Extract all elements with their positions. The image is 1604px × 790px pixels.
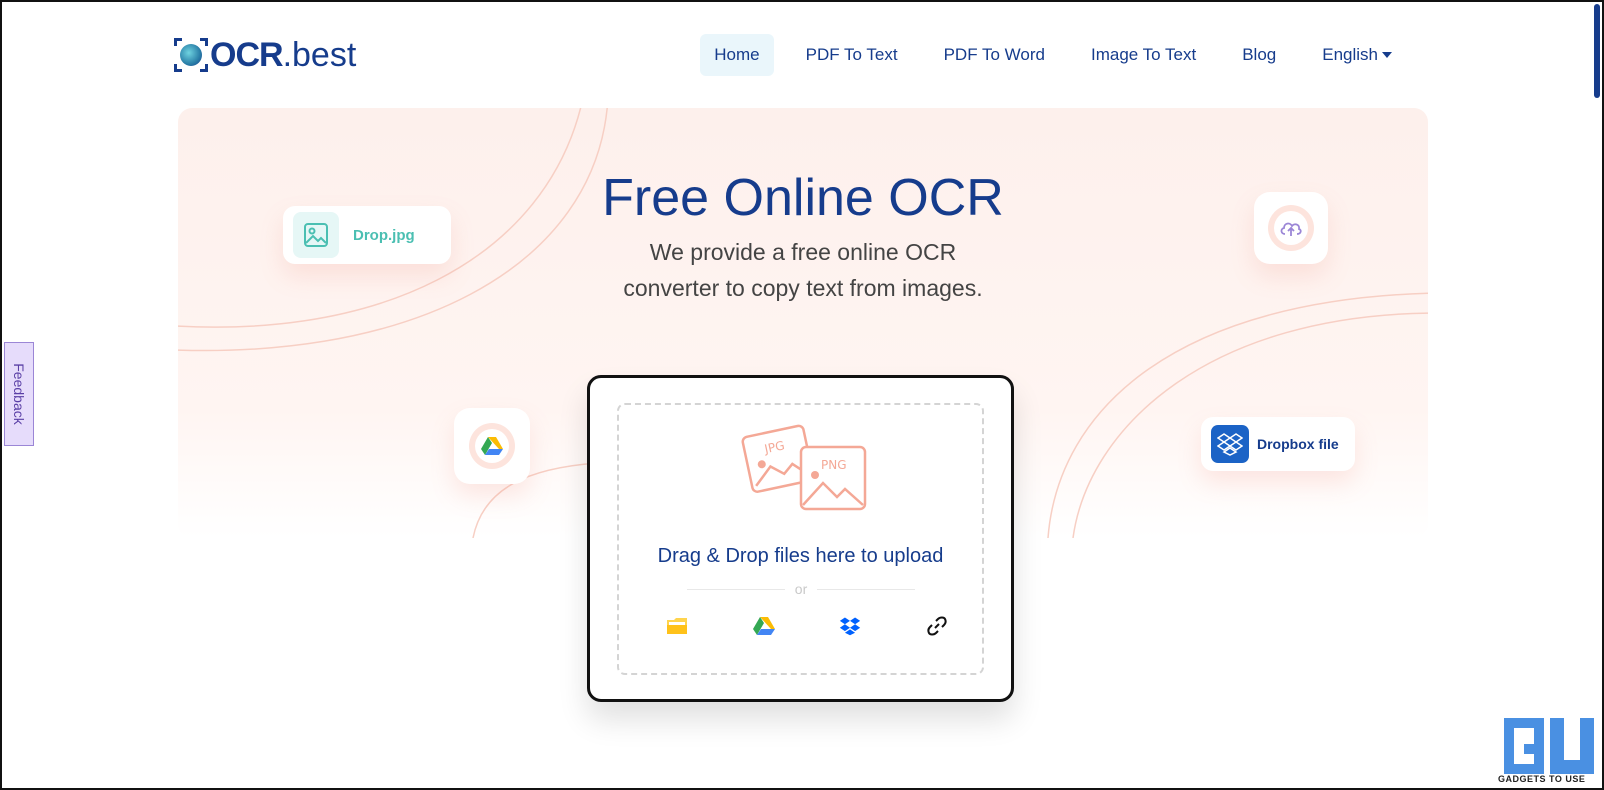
logo-text-primary: OCR (210, 35, 284, 74)
nav-pdf-to-word[interactable]: PDF To Word (930, 34, 1059, 76)
cloud-upload-chip (1254, 192, 1328, 264)
language-label: English (1322, 45, 1378, 64)
caret-down-icon (1382, 51, 1392, 58)
dropbox-file-chip: Dropbox file (1201, 417, 1355, 471)
drop-jpg-label: Drop.jpg (353, 226, 415, 244)
nav-blog[interactable]: Blog (1228, 34, 1290, 76)
google-drive-chip (454, 408, 530, 484)
jpg-png-files-icon: JPG PNG (741, 424, 867, 511)
or-divider: or (687, 579, 916, 599)
logo-mark-icon (174, 38, 208, 72)
drag-drop-label: Drag & Drop files here to upload (657, 545, 944, 567)
site-logo[interactable]: OCR .best (174, 35, 356, 75)
folder-icon[interactable] (657, 613, 697, 639)
upload-sources (657, 613, 957, 639)
drop-jpg-chip: Drop.jpg (283, 206, 451, 264)
feedback-label: Feedback (11, 363, 27, 425)
logo-text-secondary: .best (282, 35, 357, 74)
upload-card[interactable]: JPG PNG Drag & Drop files here to upload… (587, 375, 1014, 702)
or-label: or (794, 581, 808, 597)
watermark-label: GADGETS TO USE (1498, 774, 1586, 784)
browser-viewport: OCR .best Home PDF To Text PDF To Word I… (0, 0, 1604, 790)
language-selector[interactable]: English (1308, 34, 1406, 76)
image-icon (293, 212, 339, 258)
link-icon[interactable] (917, 613, 957, 639)
feedback-tab[interactable]: Feedback (4, 342, 34, 446)
main-nav: Home PDF To Text PDF To Word Image To Te… (682, 34, 1406, 76)
hero-subtitle-line-2: converter to copy text from images. (623, 275, 983, 301)
png-label: PNG (821, 458, 847, 472)
nav-image-to-text[interactable]: Image To Text (1077, 34, 1210, 76)
scrollbar-thumb[interactable] (1594, 4, 1600, 98)
drop-zone[interactable]: JPG PNG Drag & Drop files here to upload… (617, 403, 984, 675)
nav-home[interactable]: Home (700, 34, 774, 76)
google-drive-icon (475, 429, 509, 463)
dropbox-icon (1211, 425, 1249, 463)
google-drive-icon[interactable] (744, 613, 784, 639)
cloud-upload-icon (1274, 211, 1308, 245)
page-scrollbar[interactable] (1592, 4, 1600, 790)
dropbox-icon[interactable] (830, 613, 870, 639)
nav-pdf-to-text[interactable]: PDF To Text (792, 34, 912, 76)
dropbox-file-label: Dropbox file (1257, 436, 1339, 452)
